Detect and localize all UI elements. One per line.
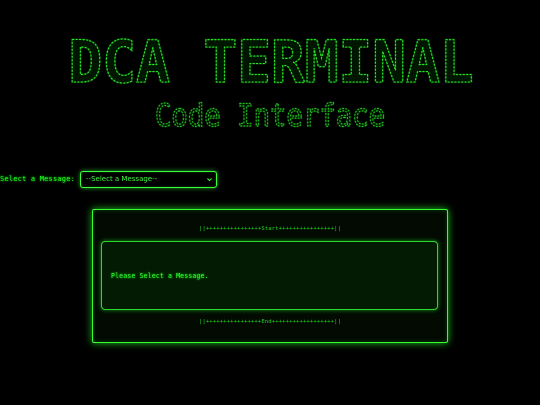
message-text: Please Select a Message.	[111, 272, 209, 280]
start-marker: ||++++++++++++++++Start++++++++++++++++|…	[198, 226, 342, 232]
message-select-row: Select a Message: --Select a Message--	[0, 170, 218, 188]
message-select-value: --Select a Message--	[86, 175, 158, 183]
message-panel: Please Select a Message.	[101, 241, 438, 310]
chevron-down-icon	[207, 177, 213, 181]
message-output-frame: ||++++++++++++++++Start++++++++++++++++|…	[92, 209, 448, 343]
message-select[interactable]: --Select a Message--	[80, 170, 218, 188]
terminal-banner: DCA TERMINAL Code Interface	[68, 27, 474, 134]
banner-subtitle: Code Interface	[155, 98, 385, 134]
banner-title: DCA TERMINAL	[69, 28, 474, 96]
end-marker: ||++++++++++++++++End++++++++++++++++++|…	[198, 319, 342, 325]
select-message-label: Select a Message:	[0, 175, 76, 183]
